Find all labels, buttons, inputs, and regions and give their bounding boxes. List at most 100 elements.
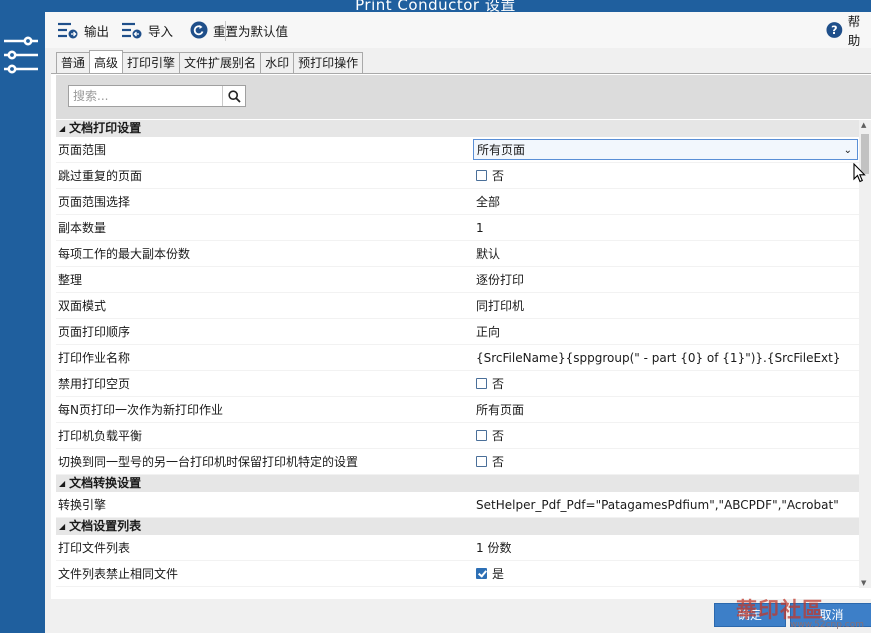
- search-button[interactable]: [222, 86, 245, 106]
- window-title: Print Conductor 设置: [355, 0, 516, 12]
- reset-icon: [190, 21, 208, 39]
- row-label: 每项工作的最大副本份数: [58, 247, 191, 261]
- row-copies: 副本数量 1: [56, 215, 859, 241]
- row-label: 打印作业名称: [58, 351, 131, 365]
- export-icon: [58, 22, 78, 39]
- checkbox-label: 否: [492, 454, 505, 469]
- watermark-url: www.52cnp.com: [790, 620, 865, 630]
- section-title: 文档转换设置: [69, 476, 142, 490]
- tab-advanced[interactable]: 高级: [89, 50, 124, 73]
- row-label: 整理: [58, 273, 83, 287]
- page-range-dropdown[interactable]: 所有页面 ⌄: [473, 139, 858, 160]
- row-print-order: 页面打印顺序 正向: [56, 319, 859, 345]
- sliders-icon[interactable]: [4, 34, 38, 76]
- import-button[interactable]: 导入: [121, 20, 173, 40]
- section-header-document-list[interactable]: ◢ 文档设置列表: [56, 518, 859, 535]
- row-label: 页面打印顺序: [58, 325, 131, 339]
- mouse-cursor-icon: [853, 163, 866, 183]
- title-bar: Print Conductor 设置: [0, 0, 871, 12]
- tab-general[interactable]: 普通: [56, 52, 91, 73]
- search-box: [68, 85, 246, 107]
- tab-strip: 普通 高级 打印引擎 文件扩展别名 水印 预打印操作: [56, 50, 364, 74]
- reset-defaults-button[interactable]: 重置为默认值: [190, 20, 288, 40]
- export-button[interactable]: 输出: [57, 20, 109, 40]
- chevron-down-icon: ⌄: [843, 145, 852, 156]
- section-title: 文档设置列表: [69, 519, 142, 533]
- row-no-duplicate-files: 文件列表禁止相同文件 是: [56, 561, 859, 587]
- row-keep-printer-settings: 切换到同一型号的另一台打印机时保留打印机特定的设置 否: [56, 449, 859, 475]
- row-value[interactable]: 1: [471, 215, 859, 240]
- row-value[interactable]: {SrcFileName}{sppgroup(" - part {0} of {…: [471, 345, 859, 370]
- row-value[interactable]: 1 份数: [471, 535, 859, 560]
- collapse-triangle-icon: ◢: [59, 124, 66, 133]
- tab-file-extension-alias[interactable]: 文件扩展别名: [179, 52, 262, 73]
- row-value[interactable]: 正向: [471, 319, 859, 344]
- checkbox-label: 否: [492, 428, 505, 443]
- vertical-scrollbar[interactable]: ▲ ▼: [859, 120, 871, 588]
- row-label: 跳过重复的页面: [58, 169, 143, 183]
- checkbox-label: 是: [492, 566, 505, 581]
- advanced-settings-panel: ◢ 文档打印设置 页面范围 所有页面 ⌄ 跳过重复的页面 否 页面范围选择 全部…: [51, 73, 871, 599]
- row-collate: 整理 逐份打印: [56, 267, 859, 293]
- row-label: 打印机负载平衡: [58, 429, 143, 443]
- import-label: 导入: [148, 23, 174, 39]
- keep-settings-checkbox[interactable]: [476, 456, 487, 467]
- tab-pre-print-actions[interactable]: 预打印操作: [293, 52, 364, 73]
- row-label: 打印文件列表: [58, 541, 131, 555]
- section-title: 文档打印设置: [69, 121, 142, 135]
- row-label: 每N页打印一次作为新打印作业: [58, 403, 223, 417]
- property-grid: ◢ 文档打印设置 页面范围 所有页面 ⌄ 跳过重复的页面 否 页面范围选择 全部…: [56, 120, 859, 588]
- row-value[interactable]: 默认: [471, 241, 859, 266]
- disable-blank-checkbox[interactable]: [476, 378, 487, 389]
- section-header-document-print[interactable]: ◢ 文档打印设置: [56, 120, 859, 137]
- scroll-up-icon[interactable]: ▲: [861, 121, 866, 129]
- row-label: 双面模式: [58, 299, 107, 313]
- row-convert-engine: 转换引擎 SetHelper_Pdf_Pdf="PatagamesPdfium"…: [56, 492, 859, 518]
- row-value[interactable]: SetHelper_Pdf_Pdf="PatagamesPdfium","ABC…: [471, 492, 859, 517]
- export-label: 输出: [84, 23, 110, 39]
- section-header-document-convert[interactable]: ◢ 文档转换设置: [56, 475, 859, 492]
- tab-watermark[interactable]: 水印: [260, 52, 295, 73]
- row-disable-blank-pages: 禁用打印空页 否: [56, 371, 859, 397]
- row-label: 页面范围: [58, 143, 107, 157]
- row-every-n-pages: 每N页打印一次作为新打印作业 所有页面: [56, 397, 859, 423]
- row-max-copies: 每项工作的最大副本份数 默认: [56, 241, 859, 267]
- row-load-balance: 打印机负载平衡 否: [56, 423, 859, 449]
- row-value[interactable]: 全部: [471, 189, 859, 214]
- row-label: 页面范围选择: [58, 195, 131, 209]
- collapse-triangle-icon: ◢: [59, 522, 66, 531]
- row-value[interactable]: 逐份打印: [471, 267, 859, 292]
- row-job-name: 打印作业名称 {SrcFileName}{sppgroup(" - part {…: [56, 345, 859, 371]
- reset-label: 重置为默认值: [213, 23, 289, 39]
- row-page-range-selection: 页面范围选择 全部: [56, 189, 859, 215]
- row-value[interactable]: 同打印机: [471, 293, 859, 318]
- row-value: 否: [471, 449, 859, 474]
- search-strip: [56, 75, 871, 119]
- row-label: 副本数量: [58, 221, 107, 235]
- toolbar: 输出 导入 重置为默认值 ? 帮助: [45, 12, 871, 48]
- search-input[interactable]: [71, 87, 225, 105]
- collapse-triangle-icon: ◢: [59, 479, 66, 488]
- row-skip-duplicate-pages: 跳过重复的页面 否: [56, 163, 859, 189]
- row-label: 文件列表禁止相同文件: [58, 567, 179, 581]
- row-label: 禁用打印空页: [58, 377, 131, 391]
- row-value: 否: [471, 163, 859, 188]
- scroll-down-icon[interactable]: ▼: [861, 579, 866, 587]
- svg-text:?: ?: [831, 24, 837, 37]
- load-balance-checkbox[interactable]: [476, 430, 487, 441]
- skip-duplicate-checkbox[interactable]: [476, 170, 487, 181]
- row-value: 是: [471, 561, 859, 586]
- help-icon: ?: [826, 22, 843, 38]
- no-duplicate-files-checkbox[interactable]: [476, 568, 487, 579]
- row-value: 所有页面 ⌄: [471, 137, 859, 162]
- help-label: 帮助: [847, 14, 861, 48]
- left-sidebar: [0, 12, 45, 633]
- help-button[interactable]: ? 帮助: [826, 14, 871, 48]
- row-label: 切换到同一型号的另一台打印机时保留打印机特定的设置: [58, 455, 359, 469]
- row-duplex: 双面模式 同打印机: [56, 293, 859, 319]
- row-value[interactable]: 所有页面: [471, 397, 859, 422]
- tab-print-engine[interactable]: 打印引擎: [122, 52, 181, 73]
- row-label: 转换引擎: [58, 498, 107, 512]
- row-value: 否: [471, 423, 859, 448]
- dropdown-selected-value: 所有页面: [477, 143, 526, 157]
